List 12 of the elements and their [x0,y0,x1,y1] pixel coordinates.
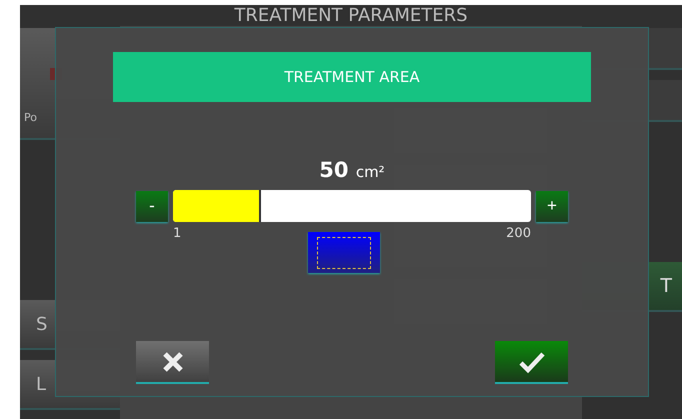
close-icon [162,350,184,372]
min-label: 1 [173,226,182,241]
confirm-button[interactable] [495,341,568,384]
max-label: 200 [506,226,531,241]
cancel-button[interactable] [136,341,209,384]
screen-title: TREATMENT PARAMETERS [234,5,468,26]
increase-button[interactable]: + [536,190,568,222]
checkmark-icon [518,350,546,374]
slider-track[interactable] [173,190,531,222]
area-value: 50 cm² [319,158,385,184]
decrease-button[interactable]: - [136,190,168,222]
dialog-title: TREATMENT AREA [113,52,591,102]
